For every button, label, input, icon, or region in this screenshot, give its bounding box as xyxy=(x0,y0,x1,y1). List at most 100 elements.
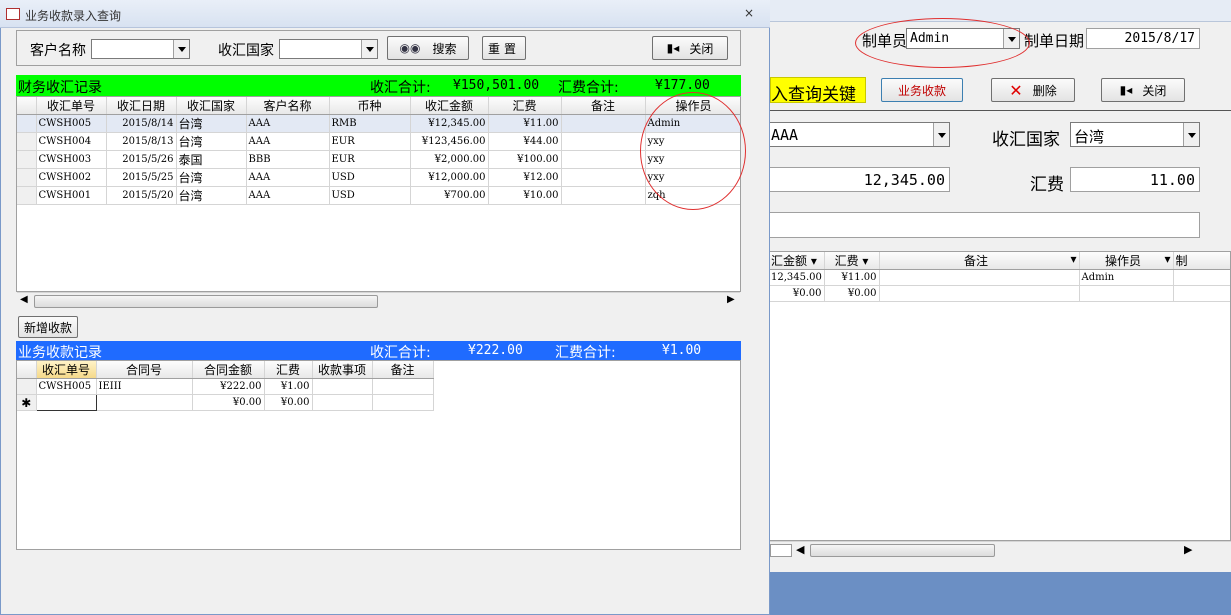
scroll-right-icon[interactable]: ▶ xyxy=(1184,543,1192,556)
table-cell[interactable] xyxy=(96,394,193,411)
table-row[interactable]: CWSH003 2015/5/26 泰国 BBB EUR ¥2,000.00 ¥100.00… xyxy=(17,150,740,169)
scroll-right-icon[interactable]: ▶ xyxy=(727,294,735,305)
table-row[interactable]: CWSH001 2015/5/20 台湾 AAA USD ¥700.00 ¥10.00 zqh xyxy=(17,186,740,205)
table-cell[interactable]: 台湾 xyxy=(176,114,247,133)
col-header[interactable]: 收款事项 xyxy=(312,361,373,379)
table-cell[interactable] xyxy=(561,114,646,133)
table-cell[interactable]: ¥11.00 xyxy=(824,269,880,286)
table-cell[interactable]: ¥12,345.00 xyxy=(410,114,489,133)
col-header[interactable]: 收汇金额 xyxy=(410,97,489,115)
table-cell[interactable]: RMB xyxy=(329,114,411,133)
bg-close-button[interactable]: ▮◂ 关闭 xyxy=(1101,78,1185,102)
table-cell[interactable]: ¥12,000.00 xyxy=(410,168,489,187)
table-cell[interactable]: ¥1.00 xyxy=(264,378,313,395)
table-cell[interactable] xyxy=(561,168,646,187)
table-row[interactable]: CWSH005 2015/8/14 台湾 AAA RMB ¥12,345.00 ¥11.00… xyxy=(17,114,740,133)
table-cell[interactable]: ¥0.00 xyxy=(264,394,313,411)
table-cell[interactable]: USD xyxy=(329,168,411,187)
table-cell[interactable]: USD xyxy=(329,186,411,205)
bg-col-header[interactable]: 汇费 ▾ xyxy=(824,252,880,270)
table-row[interactable]: CWSH004 2015/8/13 台湾 AAA EUR ¥123,456.00 ¥44.0… xyxy=(17,132,740,151)
table-cell[interactable]: 台湾 xyxy=(176,132,247,151)
col-header[interactable]: 备注 xyxy=(561,97,646,115)
country-select[interactable] xyxy=(279,39,378,59)
table-cell[interactable] xyxy=(372,378,434,395)
close-button[interactable]: ▮◂ 关闭 xyxy=(652,36,728,60)
table-cell[interactable]: 2015/5/26 xyxy=(106,150,177,169)
col-header[interactable]: 收汇单号 xyxy=(36,97,107,115)
table-cell[interactable]: AAA xyxy=(246,186,330,205)
table-cell[interactable]: ¥0.00 xyxy=(824,285,880,302)
customer-combo[interactable]: AAA xyxy=(768,122,950,147)
table-cell[interactable]: ¥12.00 xyxy=(488,168,562,187)
table-cell[interactable] xyxy=(879,269,1080,286)
table-cell[interactable]: AAA xyxy=(246,114,330,133)
table-cell[interactable]: 2015/5/20 xyxy=(106,186,177,205)
table-cell[interactable]: AAA xyxy=(246,168,330,187)
col-header[interactable]: 合同号 xyxy=(96,361,193,379)
table-cell[interactable]: ¥10.00 xyxy=(488,186,562,205)
col-header[interactable]: 汇费 xyxy=(264,361,313,379)
business-receipt-button[interactable]: 业务收款 xyxy=(881,78,963,102)
table-cell[interactable]: AAA xyxy=(246,132,330,151)
search-button[interactable]: ◉◉ 搜索 xyxy=(387,36,469,60)
col-header[interactable]: 客户名称 xyxy=(246,97,330,115)
reset-button[interactable]: 重置 xyxy=(482,36,526,60)
scroll-left-icon[interactable]: ◀ xyxy=(796,543,804,556)
table-cell[interactable] xyxy=(372,394,434,411)
col-header[interactable]: 备注 xyxy=(372,361,434,379)
table-cell[interactable]: EUR xyxy=(329,132,411,151)
table-cell[interactable] xyxy=(879,285,1080,302)
table-cell[interactable]: CWSH003 xyxy=(36,150,107,169)
bg-horizontal-scrollbar[interactable]: ◀ ▶ xyxy=(768,541,1231,559)
chevron-down-icon[interactable] xyxy=(933,123,949,146)
table-cell[interactable] xyxy=(35,394,97,411)
select-all-corner[interactable] xyxy=(17,361,37,379)
table-cell[interactable]: Admin xyxy=(1079,269,1174,286)
table-cell[interactable] xyxy=(561,186,646,205)
col-header[interactable]: 收汇单号 xyxy=(36,361,97,379)
chevron-down-icon[interactable] xyxy=(173,40,189,58)
table-cell[interactable]: ¥222.00 xyxy=(192,378,265,395)
table-cell[interactable] xyxy=(312,378,373,395)
table-cell[interactable]: 泰国 xyxy=(176,150,247,169)
chevron-down-icon[interactable] xyxy=(361,40,377,58)
table-cell[interactable]: 2015/5/25 xyxy=(106,168,177,187)
table-cell[interactable]: ¥44.00 xyxy=(488,132,562,151)
table-cell[interactable] xyxy=(1173,285,1230,302)
bg-country-combo[interactable]: 台湾 xyxy=(1070,122,1200,147)
scroll-thumb[interactable] xyxy=(34,295,378,308)
new-record-row[interactable]: ✱ ¥0.00 ¥0.00 xyxy=(17,394,434,411)
table-cell[interactable]: 台湾 xyxy=(176,168,247,187)
bg-col-header[interactable]: 备注 ▾ xyxy=(879,252,1080,270)
table-cell[interactable]: ¥11.00 xyxy=(488,114,562,133)
table-cell[interactable] xyxy=(312,394,373,411)
table-cell[interactable]: 12,345.00 xyxy=(769,269,825,286)
col-header[interactable]: 合同金额 xyxy=(192,361,265,379)
table-cell[interactable]: ¥0.00 xyxy=(769,285,825,302)
table-row[interactable]: CWSH002 2015/5/25 台湾 AAA USD ¥12,000.00 ¥12.00… xyxy=(17,168,740,187)
table-cell[interactable]: ¥123,456.00 xyxy=(410,132,489,151)
table-cell[interactable]: 2015/8/13 xyxy=(106,132,177,151)
scroll-thumb[interactable] xyxy=(810,544,995,557)
finance-horizontal-scrollbar[interactable]: ◀ ▶ xyxy=(17,292,740,309)
table-cell[interactable]: CWSH002 xyxy=(36,168,107,187)
table-cell[interactable]: ¥0.00 xyxy=(192,394,265,411)
select-all-corner[interactable] xyxy=(17,97,37,115)
table-row[interactable]: ¥0.00 ¥0.00 xyxy=(769,285,1230,302)
add-receipt-button[interactable]: 新增收款 xyxy=(18,316,78,338)
table-row[interactable]: 12,345.00 ¥11.00 Admin xyxy=(769,269,1230,286)
table-cell[interactable] xyxy=(1173,269,1230,286)
bg-record-nav[interactable] xyxy=(770,544,792,557)
col-header[interactable]: 收汇国家 xyxy=(176,97,247,115)
table-cell[interactable]: 台湾 xyxy=(176,186,247,205)
col-header[interactable]: 币种 xyxy=(329,97,411,115)
table-cell[interactable]: ¥2,000.00 xyxy=(410,150,489,169)
chevron-down-icon[interactable] xyxy=(1183,123,1199,146)
amount-field[interactable]: 12,345.00 xyxy=(768,167,950,192)
table-cell[interactable] xyxy=(561,132,646,151)
table-cell[interactable]: CWSH005 xyxy=(36,114,107,133)
table-cell[interactable]: ¥100.00 xyxy=(488,150,562,169)
table-cell[interactable]: CWSH005 xyxy=(36,378,97,395)
bg-col-header[interactable]: 操作员 ▾ xyxy=(1079,252,1174,270)
